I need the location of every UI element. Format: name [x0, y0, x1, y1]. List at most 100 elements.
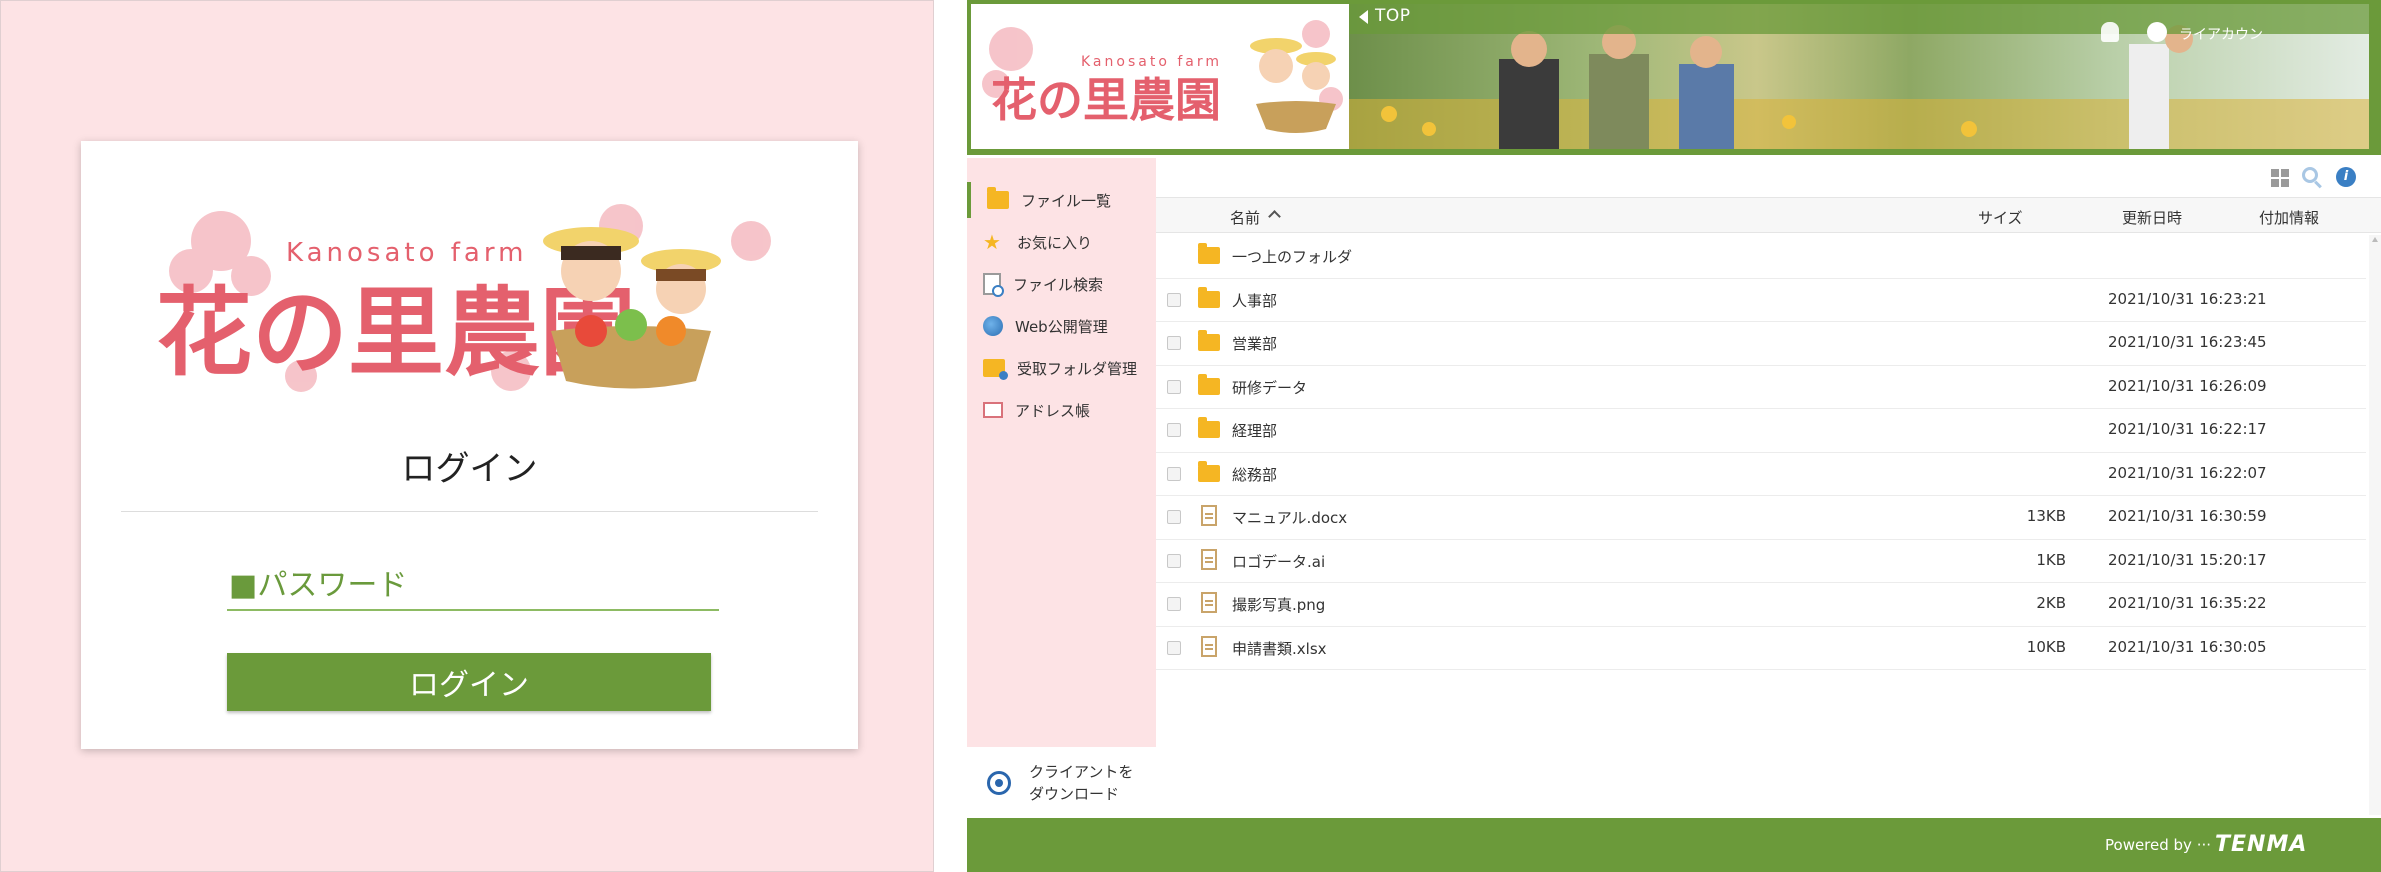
farm-logo-small: Kanosato farm 花の里農園 — [982, 20, 1343, 133]
farm-logo: Kanosato farm 花の里農園 — [156, 204, 771, 392]
search-icon[interactable] — [2302, 167, 2318, 183]
file-size: 13KB — [2026, 507, 2066, 525]
row-checkbox[interactable] — [1167, 510, 1181, 524]
login-card: Kanosato farm 花の里農園 ログイン ログイン — [81, 141, 858, 749]
top-link[interactable]: TOP — [1375, 6, 1411, 26]
table-header: 名前 サイズ 更新日時 付加情報 — [1156, 197, 2381, 233]
password-field[interactable] — [227, 561, 719, 611]
file-size: 2KB — [2036, 594, 2066, 612]
sidebar-item-favorites[interactable]: ★ お気に入り — [967, 224, 1156, 260]
file-name[interactable]: 総務部 — [1232, 464, 1277, 485]
file-modified-date: 2021/10/31 16:23:21 — [2108, 289, 2267, 308]
sort-ascending-icon[interactable] — [1268, 210, 1281, 223]
file-icon — [1201, 635, 1217, 657]
header-logo-text-en: Kanosato farm — [1081, 54, 1222, 70]
toolbar: i — [1156, 155, 2381, 195]
app-header: Kanosato farm 花の里農園 TOP ライアカウン — [967, 0, 2381, 155]
file-name[interactable]: マニュアル.docx — [1232, 507, 1347, 528]
address-book-icon — [983, 402, 1003, 418]
row-checkbox[interactable] — [1167, 379, 1181, 394]
column-header-date[interactable]: 更新日時 — [2122, 207, 2182, 228]
folder-icon — [1198, 417, 1220, 438]
file-icon — [1201, 592, 1217, 613]
file-name[interactable]: 一つ上のフォルダ — [1232, 246, 1352, 267]
file-modified-date: 2021/10/31 16:23:45 — [2108, 333, 2267, 351]
file-table-body: 一つ上のフォルダ 人事部 2021/10/31 16:23:21 営業部 2021/10… — [1156, 235, 2366, 670]
table-row[interactable]: 総務部 2021/10/31 16:22:07 — [1156, 453, 2366, 496]
file-modified-date: 2021/10/31 16:30:59 — [2108, 507, 2267, 525]
vertical-scrollbar[interactable] — [2369, 235, 2381, 815]
sidebar-item-label: ファイル検索 — [1013, 275, 1104, 294]
sidebar-item-label: 受取フォルダ管理 — [1017, 359, 1138, 378]
sidebar: ファイル一覧 ★ お気に入り ファイル検索 Web公開管理 受取フォルダ管理 ア… — [967, 155, 1156, 818]
column-header-name[interactable]: 名前 — [1230, 207, 1260, 228]
folder-icon — [987, 187, 1009, 209]
folder-icon — [1198, 286, 1220, 308]
client-download-label: クライアントを ダウンロード — [1029, 762, 1134, 803]
client-download-button[interactable]: クライアントを ダウンロード — [967, 747, 1156, 818]
sidebar-item-file-search[interactable]: ファイル検索 — [967, 266, 1156, 302]
login-button[interactable]: ログイン — [227, 653, 711, 711]
inbox-folder-icon — [983, 359, 1008, 380]
logo-text-en: Kanosato farm — [286, 238, 527, 268]
header-logo-text-jp: 花の里農園 — [991, 73, 1221, 127]
sidebar-item-inbox-folders[interactable]: 受取フォルダ管理 — [967, 350, 1156, 386]
login-screen: Kanosato farm 花の里農園 ログイン ログイン — [0, 0, 934, 872]
folder-icon — [1198, 330, 1220, 351]
table-row[interactable]: 研修データ 2021/10/31 16:26:09 — [1156, 366, 2366, 409]
tenma-logo: TENMA — [2215, 832, 2308, 857]
file-name[interactable]: 撮影写真.png — [1232, 594, 1325, 615]
file-name[interactable]: 営業部 — [1232, 333, 1277, 354]
column-header-extra-info[interactable]: 付加情報 — [2259, 207, 2319, 228]
file-name[interactable]: 経理部 — [1232, 420, 1277, 441]
file-search-icon — [983, 273, 1004, 297]
grid-view-icon[interactable] — [2271, 169, 2289, 187]
file-modified-date: 2021/10/31 16:22:07 — [2108, 463, 2267, 482]
info-icon[interactable]: i — [2336, 167, 2356, 187]
file-name[interactable]: 人事部 — [1232, 290, 1277, 311]
file-list-panel: i 名前 サイズ 更新日時 付加情報 一つ上のフォルダ 人事部 2021/10/31… — [1156, 155, 2381, 818]
table-row[interactable]: 申請書類.xlsx 10KB 2021/10/31 16:30:05 — [1156, 627, 2366, 670]
table-row[interactable]: マニュアル.docx 13KB 2021/10/31 16:30:59 — [1156, 496, 2366, 540]
folder-icon — [1198, 243, 1220, 264]
file-modified-date: 2021/10/31 16:22:17 — [2108, 420, 2267, 438]
row-checkbox[interactable] — [1167, 292, 1181, 307]
sidebar-item-address-book[interactable]: アドレス帳 — [967, 392, 1156, 428]
download-client-icon — [987, 770, 1011, 795]
sidebar-item-label: アドレス帳 — [1015, 401, 1091, 420]
file-size: 1KB — [2036, 550, 2066, 569]
file-name[interactable]: 申請書類.xlsx — [1232, 638, 1327, 659]
parent-folder-row[interactable]: 一つ上のフォルダ — [1156, 235, 2366, 279]
powered-by-text: Powered by ··· — [2105, 836, 2212, 854]
file-name[interactable]: 研修データ — [1232, 377, 1307, 398]
table-row[interactable]: 人事部 2021/10/31 16:23:21 — [1156, 279, 2366, 322]
row-checkbox[interactable] — [1167, 466, 1181, 481]
table-row[interactable]: ロゴデータ.ai 1KB 2021/10/31 15:20:17 — [1156, 540, 2366, 583]
file-size: 10KB — [2026, 637, 2066, 656]
bell-icon[interactable] — [2101, 22, 2119, 42]
file-manager-app: Kanosato farm 花の里農園 TOP ライアカウン ファイル一覧 ★ … — [967, 0, 2381, 872]
table-row[interactable]: 撮影写真.png 2KB 2021/10/31 16:35:22 — [1156, 583, 2366, 627]
row-checkbox[interactable] — [1167, 640, 1181, 655]
file-name[interactable]: ロゴデータ.ai — [1232, 551, 1325, 572]
table-row[interactable]: 経理部 2021/10/31 16:22:17 — [1156, 409, 2366, 453]
file-icon — [1201, 548, 1217, 570]
table-row[interactable]: 営業部 2021/10/31 16:23:45 — [1156, 322, 2366, 366]
row-checkbox[interactable] — [1167, 553, 1181, 568]
sidebar-item-file-list[interactable]: ファイル一覧 — [967, 182, 1156, 218]
login-title: ログイン — [401, 449, 538, 489]
header-logo[interactable]: Kanosato farm 花の里農園 — [971, 4, 1349, 149]
row-checkbox[interactable] — [1167, 423, 1181, 437]
folder-icon — [1198, 460, 1220, 482]
user-account-name[interactable]: ライアカウン — [2179, 24, 2263, 44]
footer: Powered by ··· TENMA — [967, 818, 2381, 872]
gear-icon[interactable] — [2147, 22, 2167, 42]
folder-icon — [1198, 373, 1220, 395]
row-checkbox[interactable] — [1167, 597, 1181, 611]
back-arrow-icon[interactable] — [1359, 10, 1368, 24]
sidebar-item-label: お気に入り — [1017, 233, 1093, 252]
sidebar-item-web-publish[interactable]: Web公開管理 — [967, 308, 1156, 344]
row-checkbox[interactable] — [1167, 336, 1181, 350]
globe-icon — [983, 316, 1003, 336]
column-header-size[interactable]: サイズ — [1978, 207, 2023, 228]
